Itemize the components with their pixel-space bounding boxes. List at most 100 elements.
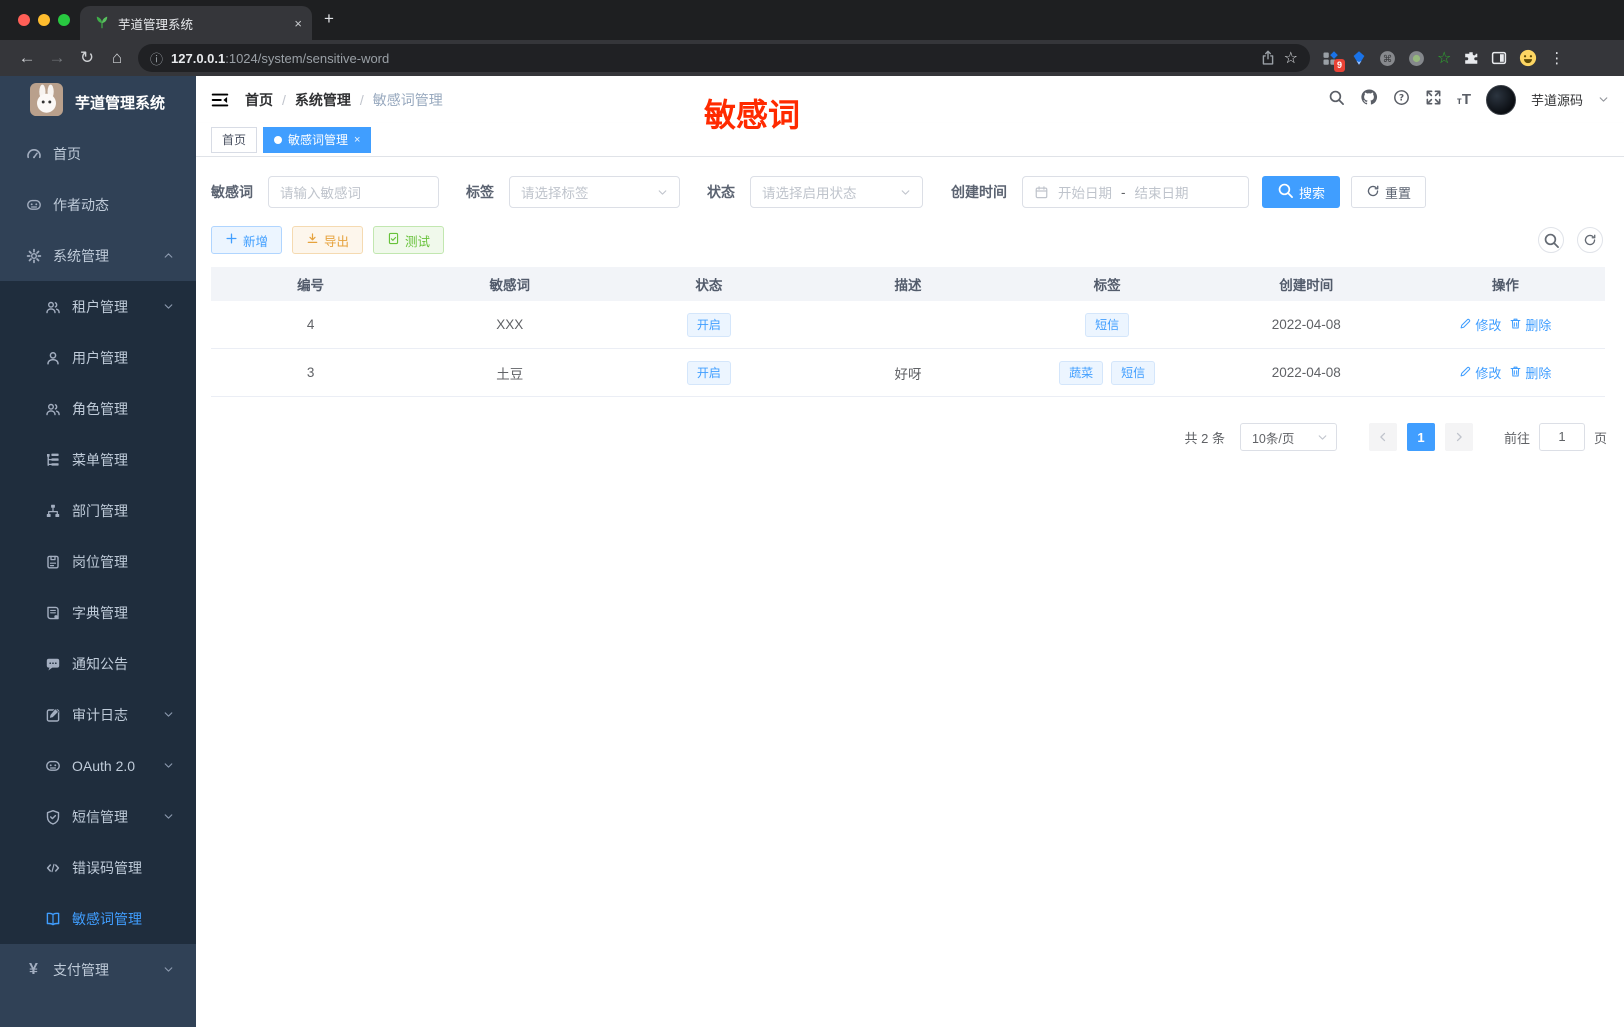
sidebar-item-sms[interactable]: 短信管理 [0,791,196,842]
sidebar-item-oauth2[interactable]: OAuth 2.0 [0,740,196,791]
share-icon[interactable] [1260,50,1276,66]
chevron-down-icon[interactable] [1598,94,1609,105]
star-extension-icon[interactable]: ☆ [1437,48,1451,68]
edit-link[interactable]: 修改 [1459,363,1501,382]
prev-page-button[interactable] [1368,423,1397,451]
goto-page-input[interactable]: 1 [1538,423,1585,451]
test-button[interactable]: 测试 [373,226,445,254]
minimize-window-button[interactable] [38,14,50,26]
sidebar-item-menu[interactable]: 菜单管理 [0,434,196,485]
command-extension-icon[interactable]: ⌘ [1379,50,1396,67]
sidebar-item-home[interactable]: 首页 [0,128,196,179]
cell-create-time: 2022-04-08 [1271,365,1341,380]
add-button[interactable]: 新增 [211,226,283,254]
browser-tab-title: 芋道管理系统 [118,17,194,32]
status-select[interactable]: 请选择启用状态 [750,176,923,208]
user-avatar[interactable] [1485,84,1516,115]
show-search-button[interactable] [1538,227,1564,253]
refresh-table-button[interactable] [1577,227,1603,253]
active-dot [274,135,283,144]
address-bar[interactable]: ⓘ 127.0.0.1:1024/system/sensitive-word ☆ [138,44,1310,72]
forward-icon[interactable]: → [42,48,72,68]
search-icon [1277,182,1294,202]
sidebar-item-label: 角色管理 [72,400,128,417]
keyword-input[interactable]: 请输入敏感词 [268,176,439,208]
tags-view-tab[interactable]: 首页 [211,126,258,153]
sidebar-item-post[interactable]: 岗位管理 [0,536,196,587]
record-extension-icon[interactable] [1408,50,1425,67]
trash-icon [1509,317,1522,333]
new-tab-button[interactable]: + [324,10,334,27]
next-page-button[interactable] [1444,423,1473,451]
search-icon[interactable] [1328,89,1345,111]
side-panel-icon[interactable] [1491,50,1507,66]
rabbit-avatar [30,83,63,121]
github-icon[interactable] [1360,88,1378,111]
chat-icon [44,758,61,774]
fullscreen-icon[interactable] [1425,89,1442,111]
tab-label: 敏感词管理 [288,133,349,147]
sidebar-item-author-feed[interactable]: 作者动态 [0,179,196,230]
chat-icon [25,197,42,213]
breadcrumb-item[interactable]: 首页 [245,90,273,110]
page-size-select[interactable]: 10条/页 [1239,423,1337,451]
tag-select[interactable]: 请选择标签 [509,176,680,208]
breadcrumb-separator: / [282,91,286,108]
home-icon[interactable]: ⌂ [102,48,132,68]
sidebar-item-dept[interactable]: 部门管理 [0,485,196,536]
export-button[interactable]: 导出 [292,226,364,254]
sidebar-item-label: 错误码管理 [72,859,142,876]
sidebar-logo[interactable]: 芋道管理系统 [0,76,196,128]
delete-link[interactable]: 删除 [1509,315,1551,334]
sidebar-item-system[interactable]: 系统管理 [0,230,196,281]
sidebar-item-tenant[interactable]: 租户管理 [0,281,196,332]
reset-button[interactable]: 重置 [1351,176,1427,208]
collapse-sidebar-icon[interactable] [211,91,229,109]
sidebar-item-notice[interactable]: 通知公告 [0,638,196,689]
back-icon[interactable]: ← [12,48,42,68]
sidebar-item-pay[interactable]: ¥ 支付管理 [0,944,196,995]
sidebar-item-user[interactable]: 用户管理 [0,332,196,383]
top-navbar: 首页 / 系统管理 / 敏感词管理 ? тT 芋道源码 [196,76,1624,123]
extensions-puzzle-icon[interactable] [1463,50,1479,66]
browser-menu-icon[interactable]: ⋮ [1549,49,1564,67]
profile-emoji-avatar[interactable] [1519,49,1537,67]
help-icon[interactable]: ? [1393,89,1410,111]
sidebar-item-audit-log[interactable]: 审计日志 [0,689,196,740]
users-icon [44,401,61,417]
sidebar-item-dict[interactable]: 字典管理 [0,587,196,638]
chevron-down-icon [1317,432,1328,443]
browser-tab[interactable]: 芋道管理系统 × [80,6,312,40]
date-range-picker[interactable]: 开始日期 - 结束日期 [1022,176,1249,208]
breadcrumb-item[interactable]: 系统管理 [295,90,351,110]
sidebar-item-label: 岗位管理 [72,553,128,570]
calendar-icon [1034,185,1049,200]
kite-extension-icon[interactable] [1351,50,1367,66]
tab-close-icon[interactable]: × [294,16,302,31]
reload-icon[interactable]: ↻ [72,48,102,68]
sidebar-item-label: 敏感词管理 [72,910,142,927]
bookmark-star-icon[interactable]: ☆ [1284,48,1298,68]
macos-traffic-lights[interactable] [18,14,70,26]
site-info-icon[interactable]: ⓘ [150,49,163,68]
sidebar: 芋道管理系统 首页 作者动态 系统管理 租户管理 用户管理角色管理菜单管理部门管理岗位管… [0,76,196,1027]
search-button[interactable]: 搜索 [1262,176,1341,208]
tags-view-tab[interactable]: 敏感词管理 × [263,126,372,153]
font-size-icon[interactable]: тT [1457,91,1471,108]
close-icon[interactable]: × [354,134,360,146]
sidebar-item-label: 部门管理 [72,502,128,519]
keyword-placeholder: 请输入敏感词 [280,186,361,201]
column-header: 描述 [894,278,922,293]
extension-grid-icon[interactable]: 9 [1322,50,1345,72]
edit-link[interactable]: 修改 [1459,315,1501,334]
delete-link[interactable]: 删除 [1509,363,1551,382]
sidebar-item-role[interactable]: 角色管理 [0,383,196,434]
sidebar-item-label: 字典管理 [72,604,128,621]
zoom-window-button[interactable] [58,14,70,26]
current-page-button[interactable]: 1 [1406,423,1435,451]
open-book-icon [44,911,61,927]
sidebar-item-error-code[interactable]: 错误码管理 [0,842,196,893]
sidebar-item-sensitive-word[interactable]: 敏感词管理 [0,893,196,944]
close-window-button[interactable] [18,14,30,26]
url-path: :1024/system/sensitive-word [225,50,390,66]
